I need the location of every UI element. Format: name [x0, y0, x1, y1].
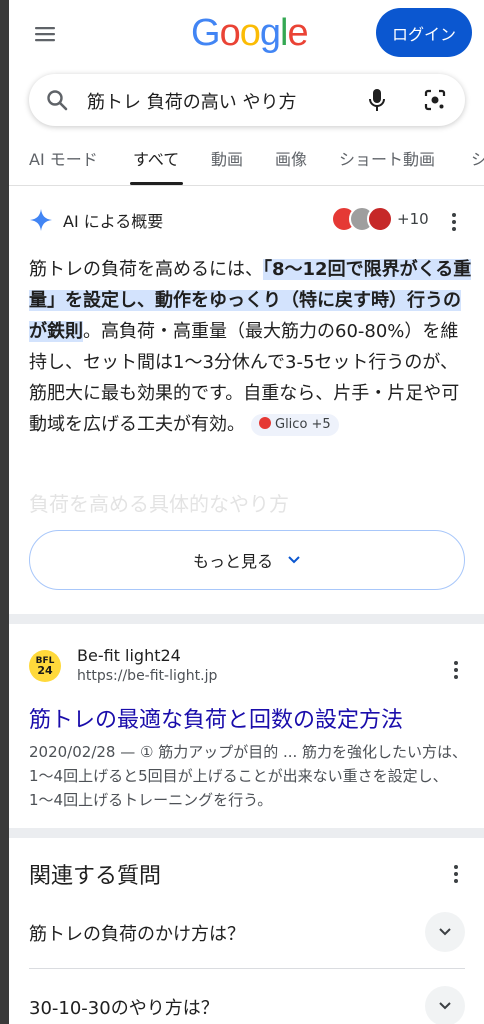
- ai-overview-title: AI による概要: [63, 212, 164, 231]
- site-favicon: BFL 24: [29, 650, 61, 682]
- result-title-link[interactable]: 筋トレの最適な負荷と回数の設定方法: [29, 702, 403, 734]
- tab-images[interactable]: 画像: [275, 146, 307, 170]
- logo-letter: l: [279, 12, 289, 54]
- search-results-page: Google ログイン 筋トレ 負荷の高い やり方 AI モード すべて 動画 …: [9, 0, 484, 1024]
- related-questions-title: 関連する質問: [29, 864, 162, 889]
- related-question-item[interactable]: 筋トレの負荷のかけ方は？: [29, 902, 465, 962]
- show-more-button[interactable]: もっと見る: [29, 530, 465, 590]
- site-url[interactable]: https://be-fit-light.jp: [77, 668, 217, 684]
- site-name[interactable]: Be-fit light24: [77, 646, 181, 665]
- section-divider: [9, 828, 484, 838]
- search-result: BFL 24 Be-fit light24 https://be-fit-lig…: [9, 624, 484, 828]
- logo-letter: o: [239, 12, 261, 54]
- faded-section-heading: 負荷を高める具体的なやり方: [29, 492, 289, 516]
- active-tab-indicator: [130, 182, 183, 185]
- top-bar: Google ログイン: [9, 0, 484, 70]
- more-options-icon[interactable]: [453, 864, 459, 884]
- ai-overview-text: 筋トレの負荷を高めるには、「8〜12回で限界がくる重量」を設定し、動作をゆっくり…: [29, 254, 473, 440]
- tab-videos[interactable]: 動画: [211, 146, 243, 170]
- source-chip-label: Glico +5: [275, 417, 331, 432]
- favicon-text-bottom: 24: [37, 664, 53, 677]
- section-divider: [9, 614, 484, 624]
- logo-letter: G: [191, 12, 221, 54]
- search-icon[interactable]: [45, 88, 69, 112]
- expand-button[interactable]: [425, 986, 465, 1024]
- search-input[interactable]: 筋トレ 負荷の高い やり方: [87, 88, 296, 114]
- ai-overview: AI による概要 +10 筋トレの負荷を高めるには、「8〜12回で限界がくる重量…: [9, 186, 484, 614]
- tab-short-videos[interactable]: ショート動画: [339, 146, 435, 170]
- chevron-down-icon: [288, 556, 300, 564]
- logo-letter: o: [219, 12, 241, 54]
- related-questions: 関連する質問 筋トレの負荷のかけ方は？ 30-10-30のやり方は？: [9, 838, 484, 1024]
- hamburger-menu-icon[interactable]: [33, 22, 57, 46]
- chevron-down-icon: [439, 928, 451, 936]
- more-options-icon[interactable]: [451, 212, 457, 232]
- logo-letter: e: [287, 12, 308, 54]
- tab-ai-mode[interactable]: AI モード: [29, 146, 98, 170]
- source-chip[interactable]: Glico +5: [251, 414, 339, 436]
- expand-button[interactable]: [425, 912, 465, 952]
- related-question-item[interactable]: 30-10-30のやり方は？: [29, 976, 465, 1024]
- related-question-text: 30-10-30のやり方は？: [29, 998, 219, 1019]
- sources-count: +10: [397, 210, 429, 228]
- login-button[interactable]: ログイン: [376, 8, 472, 57]
- show-more-label: もっと見る: [192, 554, 273, 571]
- logo-letter: g: [259, 12, 281, 54]
- chevron-down-icon: [439, 1002, 451, 1010]
- microphone-icon[interactable]: [365, 87, 389, 113]
- result-snippet: 2020/02/28 — ① 筋力アップが目的 ... 筋力を強化したい方は、1…: [29, 743, 468, 809]
- source-favicon-icon: [367, 206, 393, 232]
- tab-all[interactable]: すべて: [133, 146, 179, 170]
- search-box[interactable]: 筋トレ 負荷の高い やり方: [29, 74, 465, 126]
- google-logo[interactable]: Google: [191, 12, 309, 55]
- tab-more[interactable]: シ: [471, 146, 484, 170]
- google-lens-icon[interactable]: [423, 88, 447, 112]
- glico-logo-icon: [259, 417, 271, 429]
- more-options-icon[interactable]: [453, 660, 459, 680]
- question-separator: [29, 968, 465, 969]
- ai-text-prefix: 筋トレの負荷を高めるには、: [29, 259, 263, 280]
- ai-sources[interactable]: +10: [331, 206, 429, 232]
- search-tabs: AI モード すべて 動画 画像 ショート動画 シ: [9, 138, 484, 186]
- left-edge-bar: [0, 0, 9, 1024]
- ai-sparkle-icon: [30, 209, 52, 231]
- ai-text-suffix: 。高負荷・高重量（最大筋力の60-80%）を維持し、セット間は1〜3分休んで3-…: [29, 321, 460, 435]
- related-question-text: 筋トレの負荷のかけ方は？: [29, 924, 245, 945]
